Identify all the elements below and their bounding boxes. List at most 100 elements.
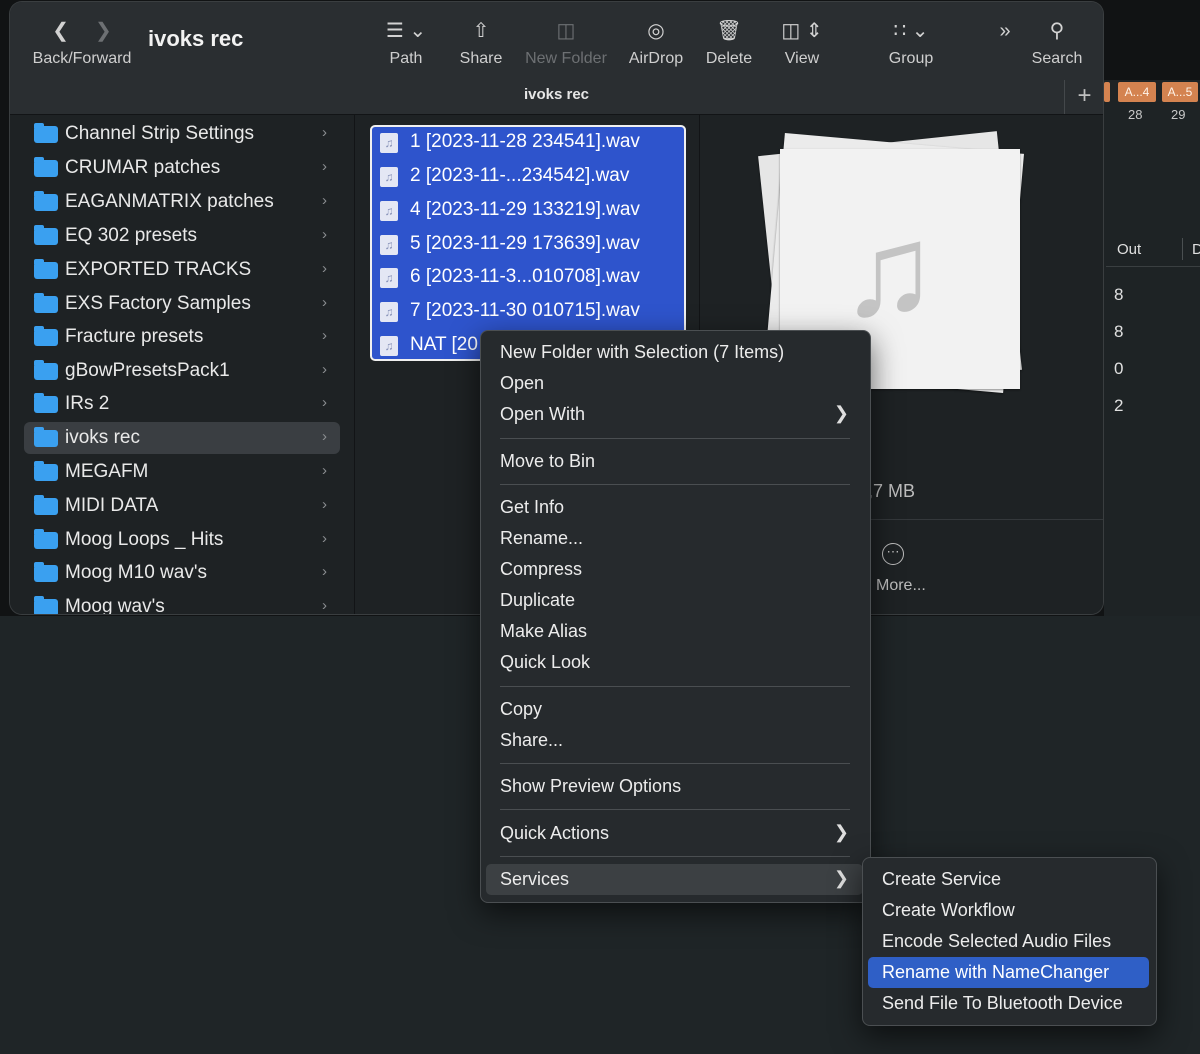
menu-item-get-info[interactable]: Get Info <box>486 492 863 523</box>
chevron-right-icon: › <box>322 327 327 344</box>
folder-row[interactable]: MIDI DATA › <box>24 490 340 522</box>
chevron-right-icon: › <box>322 597 327 614</box>
folder-row[interactable]: IRs 2 › <box>24 388 340 420</box>
folder-row[interactable]: Channel Strip Settings › <box>24 118 340 150</box>
airdrop-button[interactable]: ◎ AirDrop <box>624 18 688 68</box>
file-name: 2 [2023-11-...234542].wav <box>410 165 630 186</box>
file-row[interactable]: ♫ 5 [2023-11-29 173639].wav <box>372 230 684 260</box>
folder-icon <box>34 123 58 143</box>
file-name: 4 [2023-11-29 133219].wav <box>410 199 640 220</box>
menu-item-rename[interactable]: Rename... <box>486 523 863 554</box>
add-tab-button[interactable]: + <box>1064 80 1103 114</box>
folder-row[interactable]: Moog M10 wav's › <box>24 557 340 589</box>
services-item-create-workflow[interactable]: Create Workflow <box>868 895 1149 926</box>
folder-icon <box>34 596 58 614</box>
menu-item-copy[interactable]: Copy <box>486 694 863 725</box>
audio-file-icon: ♫ <box>380 336 398 356</box>
services-item-send-bluetooth[interactable]: Send File To Bluetooth Device <box>868 988 1149 1019</box>
group-label: Group <box>888 50 934 67</box>
group-button[interactable]: ∷ ⌄ Group <box>882 18 940 68</box>
delete-button[interactable]: 🗑 Delete <box>700 18 758 68</box>
search-button[interactable]: ⚲ Search <box>1028 18 1086 68</box>
folder-row[interactable]: gBowPresetsPack1 › <box>24 355 340 387</box>
menu-item-make-alias[interactable]: Make Alias <box>486 616 863 647</box>
folder-name: gBowPresetsPack1 <box>65 360 230 381</box>
divider <box>860 519 1103 520</box>
menu-item-open[interactable]: Open <box>486 368 863 399</box>
file-row[interactable]: ♫ 1 [2023-11-28 234541].wav <box>372 128 684 158</box>
menu-item-label: Rename with NameChanger <box>882 962 1110 982</box>
view-button[interactable]: ◫ ⇕ View <box>774 18 830 68</box>
search-icon: ⚲ <box>1049 20 1065 42</box>
chevron-right-icon: › <box>322 192 327 209</box>
services-item-encode-audio[interactable]: Encode Selected Audio Files <box>868 926 1149 957</box>
menu-item-quick-actions[interactable]: Quick Actions ❯ <box>486 818 863 849</box>
new-folder-icon: ◫ <box>556 20 576 42</box>
double-chevron-icon: » <box>999 20 1011 42</box>
menu-item-label: Duplicate <box>500 590 576 610</box>
daw-bar-number: 28 <box>1128 107 1143 122</box>
folder-row-selected[interactable]: ivoks rec › <box>24 422 340 454</box>
menu-item-label: Send File To Bluetooth Device <box>882 993 1123 1013</box>
audio-file-icon: ♫ <box>380 167 398 187</box>
services-item-create-service[interactable]: Create Service <box>868 864 1149 895</box>
airdrop-label: AirDrop <box>628 50 684 67</box>
folder-icon <box>34 326 58 346</box>
menu-item-label: Share... <box>500 730 564 750</box>
file-row[interactable]: ♫ 2 [2023-11-...234542].wav <box>372 162 684 192</box>
context-menu: New Folder with Selection (7 Items) Open… <box>480 330 871 903</box>
folder-name: CRUMAR patches <box>65 157 221 178</box>
path-label: Path <box>389 50 423 67</box>
chevron-right-icon: ❯ <box>833 868 849 888</box>
chevron-right-icon: ❯ <box>833 822 849 842</box>
folder-row[interactable]: EQ 302 presets › <box>24 220 340 252</box>
menu-item-share[interactable]: Share... <box>486 725 863 756</box>
folder-icon <box>34 293 58 313</box>
folder-icon <box>34 259 58 279</box>
file-row[interactable]: ♫ 6 [2023-11-3...010708].wav <box>372 263 684 293</box>
menu-item-open-with[interactable]: Open With ❯ <box>486 399 863 430</box>
folder-row[interactable]: Fracture presets › <box>24 321 340 353</box>
path-button[interactable]: ☰ ⌄ Path <box>378 18 434 68</box>
file-row[interactable]: ♫ 7 [2023-11-30 010715].wav <box>372 297 684 327</box>
menu-separator <box>500 484 850 485</box>
menu-item-services[interactable]: Services ❯ <box>486 864 863 895</box>
menu-item-quick-look[interactable]: Quick Look <box>486 647 863 678</box>
menu-item-show-preview-options[interactable]: Show Preview Options <box>486 771 863 802</box>
menu-item-compress[interactable]: Compress <box>486 554 863 585</box>
overflow-button[interactable]: » <box>990 18 1020 44</box>
file-name: 5 [2023-11-29 173639].wav <box>410 233 640 254</box>
folder-icon <box>34 360 58 380</box>
ellipsis-circle-icon[interactable]: ⋯ <box>882 543 904 565</box>
airdrop-icon: ◎ <box>647 20 665 42</box>
folder-row[interactable]: CRUMAR patches › <box>24 152 340 184</box>
back-icon[interactable]: ❮ <box>52 20 69 42</box>
folder-row[interactable]: EXPORTED TRACKS › <box>24 254 340 286</box>
menu-item-label: Create Workflow <box>882 900 1015 920</box>
share-button[interactable]: ⇧ Share <box>454 18 508 68</box>
folder-row[interactable]: EAGANMATRIX patches › <box>24 186 340 218</box>
menu-item-new-folder-with-selection[interactable]: New Folder with Selection (7 Items) <box>486 337 863 368</box>
back-forward-button[interactable]: ❮ ❯ Back/Forward <box>30 18 134 68</box>
trash-icon: 🗑 <box>716 20 742 42</box>
folder-row[interactable]: Moog wav's › <box>24 591 340 614</box>
folder-row[interactable]: MEGAFM › <box>24 456 340 488</box>
menu-item-move-to-bin[interactable]: Move to Bin <box>486 446 863 477</box>
services-item-rename-namechanger[interactable]: Rename with NameChanger <box>868 957 1149 988</box>
new-folder-button[interactable]: ◫ New Folder <box>522 18 610 68</box>
file-row[interactable]: ♫ 4 [2023-11-29 133219].wav <box>372 196 684 226</box>
folder-row[interactable]: Moog Loops _ Hits › <box>24 524 340 556</box>
forward-icon[interactable]: ❯ <box>95 20 112 42</box>
folder-icon <box>34 191 58 211</box>
view-label: View <box>784 50 820 67</box>
menu-item-label: Make Alias <box>500 621 588 641</box>
chevron-right-icon: › <box>322 260 327 277</box>
more-button[interactable]: More... <box>876 577 926 595</box>
toolbar: ❮ ❯ Back/Forward ivoks rec ☰ ⌄ Path ⇧ Sha… <box>10 2 1103 115</box>
daw-value: 0 <box>1114 359 1124 378</box>
folder-name: Fracture presets <box>65 326 204 347</box>
chevron-right-icon: › <box>322 462 327 479</box>
menu-item-duplicate[interactable]: Duplicate <box>486 585 863 616</box>
daw-value: 8 <box>1114 285 1124 304</box>
folder-row[interactable]: EXS Factory Samples › <box>24 288 340 320</box>
